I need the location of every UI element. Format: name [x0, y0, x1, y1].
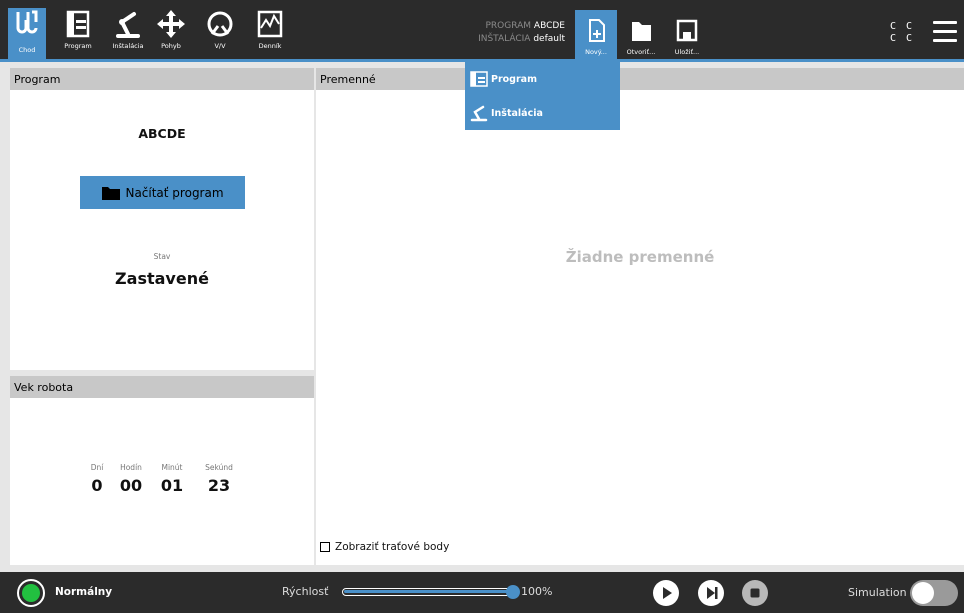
- program-key: PROGRAM: [485, 21, 532, 31]
- robot-age-panel: Vek robota Dní 0 Hodín 00 Minút 01 Sekún…: [10, 376, 314, 565]
- nav-move-button[interactable]: Pohyb: [156, 6, 186, 60]
- menu-item-installation-label: Inštalácia: [491, 107, 543, 119]
- program-panel-title: Program: [10, 68, 314, 90]
- menu-item-new-program[interactable]: Program: [469, 67, 537, 91]
- play-button[interactable]: [653, 580, 679, 606]
- open-button-label: Otvoriť...: [626, 48, 656, 56]
- step-icon: [707, 587, 718, 599]
- program-name: ABCDE: [138, 126, 186, 141]
- app-window: Chod Program Inštalácia Pohyb V/V Denník…: [0, 0, 964, 613]
- nav-run-button[interactable]: Chod: [8, 8, 46, 62]
- folder-icon: [620, 12, 662, 48]
- installation-key: INŠTALÁCIA: [478, 34, 531, 44]
- robot-arm-icon: [106, 6, 150, 42]
- installation-value: default: [533, 34, 565, 44]
- variables-panel-title: Premenné: [316, 68, 964, 90]
- hamburger-menu-icon[interactable]: [933, 21, 957, 43]
- io-icon: [198, 6, 242, 42]
- seconds-value: 23: [207, 476, 231, 495]
- no-variables-message: Žiadne premenné: [565, 248, 715, 266]
- folder-icon: [102, 186, 121, 200]
- nav-installation-label: Inštalácia: [112, 42, 144, 50]
- days-label: Dní: [90, 463, 104, 472]
- program-icon: [56, 6, 100, 42]
- nav-run-label: Chod: [18, 46, 36, 54]
- load-program-label: Načítať program: [125, 185, 224, 200]
- state-value: Zastavené: [115, 269, 209, 288]
- nav-program-label: Program: [64, 42, 92, 50]
- new-button[interactable]: Nový...: [575, 10, 617, 62]
- program-installation-info: PROGRAM ABCDE INŠTALÁCIA default: [440, 20, 565, 46]
- speed-slider-fill: [344, 590, 510, 593]
- save-disk-icon: [666, 12, 708, 48]
- nav-move-label: Pohyb: [161, 42, 181, 50]
- nav-program-button[interactable]: Program: [56, 6, 100, 60]
- program-value: ABCDE: [533, 21, 565, 31]
- robot-arm-icon: [470, 105, 488, 122]
- nav-io-button[interactable]: V/V: [198, 6, 242, 60]
- speed-label: Rýchlosť: [282, 585, 329, 598]
- new-file-icon: [575, 10, 617, 48]
- speed-value: 100%: [521, 585, 553, 598]
- move-arrows-icon: [156, 6, 186, 42]
- new-dropdown-menu: Program Inštalácia: [465, 62, 620, 130]
- checkbox-box[interactable]: [320, 542, 330, 552]
- menu-item-new-installation[interactable]: Inštalácia: [469, 101, 543, 125]
- minutes-value: 01: [160, 476, 184, 495]
- log-icon: [248, 6, 292, 42]
- age-seconds: Sekúnd 23: [198, 463, 240, 495]
- show-waypoints-label: Zobraziť traťové body: [335, 541, 450, 553]
- open-button[interactable]: Otvoriť...: [620, 12, 662, 62]
- program-icon: [470, 71, 488, 87]
- nav-installation-button[interactable]: Inštalácia: [106, 6, 150, 60]
- stop-button[interactable]: [742, 580, 768, 606]
- menu-item-program-label: Program: [491, 73, 537, 85]
- minutes-label: Minút: [161, 463, 183, 472]
- age-hours: Hodín 00: [114, 463, 148, 495]
- bottom-bar: Normálny Rýchlosť 100% Simulation: [0, 572, 964, 613]
- nav-log-label: Denník: [258, 42, 282, 50]
- play-icon: [663, 587, 672, 599]
- program-panel: Program ABCDE Načítať program Stav Zasta…: [10, 68, 314, 370]
- top-bar: Chod Program Inštalácia Pohyb V/V Denník…: [0, 0, 964, 62]
- ur-logo-icon: [8, 8, 46, 44]
- step-button[interactable]: [698, 580, 724, 606]
- seconds-label: Sekúnd: [205, 463, 233, 472]
- robot-status-text: Normálny: [55, 586, 113, 598]
- hours-label: Hodín: [120, 463, 142, 472]
- save-button[interactable]: Uložiť...: [666, 12, 708, 62]
- speed-slider-handle[interactable]: [506, 585, 520, 599]
- stop-icon: [750, 588, 760, 598]
- variables-panel: Premenné Žiadne premenné Zobraziť traťov…: [316, 68, 964, 565]
- robot-status-indicator[interactable]: [17, 579, 45, 607]
- robot-age-panel-title: Vek robota: [10, 376, 314, 398]
- control-status-indicator[interactable]: C C C C: [890, 21, 914, 45]
- hours-value: 00: [119, 476, 143, 495]
- nav-io-label: V/V: [214, 42, 226, 50]
- age-days: Dní 0: [84, 463, 110, 495]
- simulation-label: Simulation: [848, 586, 907, 599]
- state-label: Stav: [153, 252, 171, 261]
- new-button-label: Nový...: [585, 48, 607, 56]
- speed-slider-track[interactable]: [342, 588, 514, 596]
- days-value: 0: [91, 476, 103, 495]
- age-minutes: Minút 01: [155, 463, 189, 495]
- show-waypoints-checkbox[interactable]: Zobraziť traťové body: [320, 541, 449, 553]
- simulation-toggle[interactable]: [910, 580, 958, 606]
- load-program-button[interactable]: Načítať program: [80, 176, 245, 209]
- nav-log-button[interactable]: Denník: [248, 6, 292, 60]
- save-button-label: Uložiť...: [674, 48, 700, 56]
